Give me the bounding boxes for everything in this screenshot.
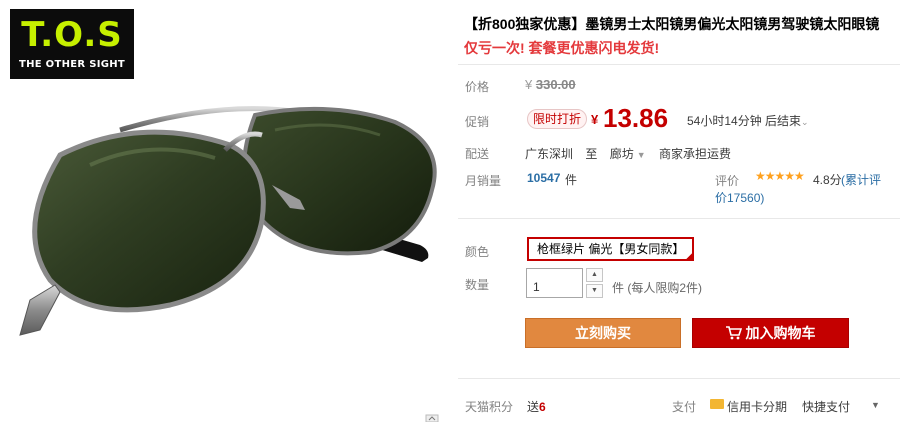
credit-card-installment[interactable]: 信用卡分期 bbox=[727, 398, 787, 415]
chevron-down-icon: ⌄ bbox=[801, 117, 809, 127]
ship-method: 商家承担运费 bbox=[659, 147, 732, 161]
sales-count: 10547 bbox=[527, 171, 561, 185]
quantity-decrease-button[interactable]: ▼ bbox=[586, 284, 603, 298]
brand-logo-sub: THE OTHER SIGHT bbox=[18, 59, 126, 70]
points-label: 天猫积分 bbox=[465, 400, 514, 414]
quantity-limit-note: 件 (每人限购2件) bbox=[612, 281, 703, 295]
payment-label: 支付 bbox=[672, 400, 697, 414]
gift-word: 送 bbox=[527, 400, 540, 414]
rating-score: 4.8分 bbox=[813, 173, 842, 187]
color-option-selected[interactable]: 枪框绿片 偏光【男女同款】 bbox=[527, 237, 695, 261]
selected-check-icon bbox=[684, 251, 695, 261]
sales-unit: 件 bbox=[565, 173, 578, 187]
brand-logo[interactable]: T.O.S THE OTHER SIGHT bbox=[10, 9, 134, 79]
promo-label: 促销 bbox=[465, 115, 490, 129]
countdown-text: 54小时14分钟 后结束 bbox=[687, 114, 802, 128]
original-price: ¥ 330.00 bbox=[525, 77, 576, 92]
promo-countdown[interactable]: 54小时14分钟 后结束⌄ bbox=[687, 112, 809, 129]
divider bbox=[458, 218, 900, 219]
brand-logo-main: T.O.S bbox=[21, 15, 123, 55]
credit-card-icon bbox=[710, 399, 724, 409]
product-detail-panel: 【折800独家优惠】墨镜男士太阳镜男偏光太阳镜男驾驶镜太阳眼镜 仅亏一次! 套餐… bbox=[458, 0, 900, 422]
quantity-label: 数量 bbox=[465, 278, 490, 292]
price-currency: ¥ bbox=[591, 112, 599, 127]
ship-to-word: 至 bbox=[585, 147, 598, 161]
promo-tag: 限时打折 bbox=[527, 109, 588, 129]
points-gift: 送6 bbox=[527, 398, 546, 415]
add-to-cart-button[interactable]: 加入购物车 bbox=[692, 318, 849, 348]
product-image-area: T.O.S THE OTHER SIGHT bbox=[0, 0, 450, 422]
review-count-link[interactable]: (累计评 bbox=[841, 171, 900, 189]
chevron-down-icon[interactable]: ▼ bbox=[871, 400, 880, 410]
divider bbox=[458, 378, 900, 379]
ship-to-selector[interactable]: 廊坊 ▼ bbox=[610, 147, 646, 161]
shipping-label: 配送 bbox=[465, 147, 490, 161]
buy-now-button[interactable]: 立刻购买 bbox=[525, 318, 681, 348]
quick-pay[interactable]: 快捷支付 bbox=[802, 398, 850, 415]
ship-to: 廊坊 bbox=[609, 147, 634, 161]
product-title: 【折800独家优惠】墨镜男士太阳镜男偏光太阳镜男驾驶镜太阳眼镜 bbox=[464, 16, 880, 32]
ship-from: 广东深圳 bbox=[525, 147, 574, 161]
quantity-input[interactable] bbox=[526, 268, 583, 298]
original-price-value: 330.00 bbox=[535, 77, 576, 92]
chevron-down-icon: ▼ bbox=[636, 150, 646, 160]
image-expand-icon[interactable] bbox=[425, 414, 439, 422]
product-subtitle: 仅亏一次! 套餐更优惠闪电发货! bbox=[464, 40, 660, 56]
divider bbox=[458, 64, 900, 65]
cart-icon bbox=[725, 326, 742, 340]
gift-value: 6 bbox=[539, 400, 546, 414]
sunglasses-product-image[interactable] bbox=[0, 60, 450, 360]
rating-stars-icon: ★★★★★ bbox=[755, 169, 805, 183]
shipping-info: 广东深圳 至 廊坊 ▼ 商家承担运费 bbox=[525, 145, 731, 162]
review-count-link-cont[interactable]: 价17560) bbox=[715, 189, 764, 206]
quantity-increase-button[interactable]: ▲ bbox=[586, 268, 603, 282]
current-price: 13.86 bbox=[603, 103, 669, 133]
price-label: 价格 bbox=[465, 80, 490, 94]
review-label: 评价 bbox=[715, 174, 740, 188]
color-option-label: 枪框绿片 偏光【男女同款】 bbox=[537, 242, 685, 256]
original-price-currency: ¥ bbox=[525, 77, 533, 92]
color-label: 颜色 bbox=[465, 245, 490, 259]
sales-label: 月销量 bbox=[465, 174, 502, 188]
add-to-cart-label: 加入购物车 bbox=[745, 325, 816, 341]
